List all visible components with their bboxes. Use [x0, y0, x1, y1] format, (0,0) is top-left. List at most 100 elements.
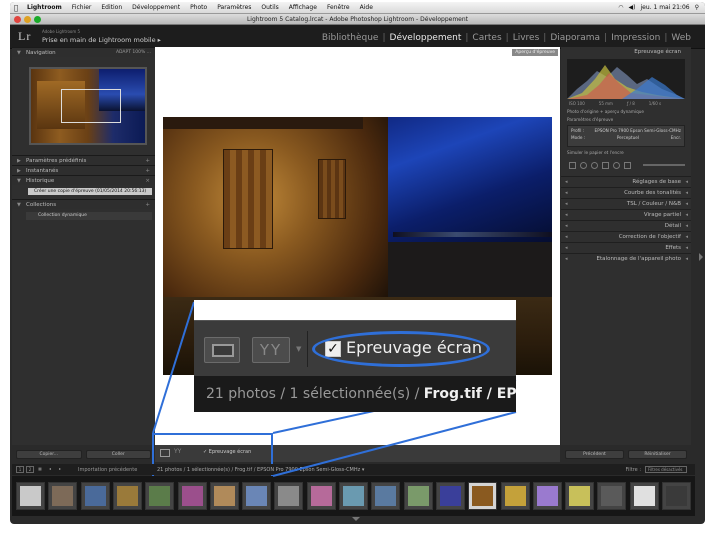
navigator-frame[interactable] [61, 89, 121, 123]
apple-menu-icon[interactable]:  [10, 4, 22, 12]
filmstrip-thumbnail[interactable] [177, 482, 207, 510]
profile-select[interactable]: EPSON Pro 7900 Epson Semi-Gloss-CMHz [595, 128, 681, 133]
app-menu[interactable]: Lightroom [22, 4, 67, 11]
section-detail[interactable]: ◂ Détail ◂ [561, 220, 691, 231]
spotlight-icon[interactable]: ⚲ [695, 4, 699, 11]
collection-item[interactable]: Collection dynamique [26, 212, 152, 220]
close-window-icon[interactable] [14, 16, 21, 23]
previous-button[interactable]: Précédent [565, 450, 624, 459]
filmstrip-thumbnail[interactable] [306, 482, 336, 510]
filmstrip-thumbnail[interactable] [371, 482, 401, 510]
filmstrip-thumbnail[interactable] [16, 482, 45, 510]
menu-fenetre[interactable]: Fenêtre [322, 4, 355, 11]
display-2-button[interactable]: 2 [26, 466, 34, 473]
minimize-window-icon[interactable] [24, 16, 31, 23]
filmstrip-thumbnail[interactable] [532, 482, 562, 510]
module-diaporama[interactable]: Diaporama [546, 33, 604, 43]
filmstrip-thumbnail[interactable] [565, 482, 595, 510]
module-livres[interactable]: Livres [509, 33, 544, 43]
filmstrip-thumbnail[interactable] [662, 482, 691, 510]
history-item[interactable]: Créer une copie d'épreuve (01/05/2014 20… [28, 188, 152, 195]
filmstrip-thumbnail[interactable] [80, 482, 110, 510]
filmstrip-thumbnail[interactable] [629, 482, 659, 510]
forward-arrow-icon[interactable]: ▸ [56, 466, 64, 473]
module-developpement[interactable]: Développement [386, 33, 466, 43]
intent-select[interactable]: Perceptuel [617, 135, 639, 140]
menu-outils[interactable]: Outils [256, 4, 283, 11]
menu-developpement[interactable]: Développement [127, 4, 185, 11]
filmstrip-thumbnail[interactable] [468, 482, 498, 510]
thumbnail-image [116, 486, 138, 506]
wifi-icon[interactable]: ◠ [618, 4, 623, 11]
menu-affichage[interactable]: Affichage [284, 4, 322, 11]
presets-header[interactable]: ▶ Paramètres prédéfinis + [12, 155, 155, 165]
ink-toggle[interactable]: Encr. [671, 135, 681, 140]
radial-filter-icon[interactable] [613, 161, 620, 169]
menu-parametres[interactable]: Paramètres [212, 4, 256, 11]
grid-view-icon[interactable]: ▦ [36, 466, 44, 473]
filmstrip-thumbnail[interactable] [242, 482, 272, 510]
clear-history-icon[interactable]: × [145, 176, 150, 186]
thumbnail-image [439, 486, 461, 506]
snapshots-header[interactable]: ▶ Instantanés + [12, 165, 155, 175]
filmstrip-thumbnail[interactable] [339, 482, 368, 510]
navigator-zoom-options[interactable]: ADAPT 100% ... [116, 48, 151, 58]
filter-select[interactable]: Filtres désactivés [645, 466, 687, 473]
histogram[interactable] [567, 59, 685, 99]
red-eye-icon[interactable] [591, 161, 598, 169]
volume-icon[interactable]: ◀) [629, 4, 636, 11]
adjustment-brush-icon[interactable] [624, 161, 631, 169]
navigator-header[interactable]: ▼ Navigation ADAPT 100% ... [12, 47, 155, 57]
paste-settings-button[interactable]: Coller [85, 450, 151, 459]
module-web[interactable]: Web [667, 33, 695, 43]
filmstrip-header: 1 2 ▦ ◂ ▸ Importation précédente 21 phot… [12, 464, 695, 475]
crop-tool-icon[interactable] [569, 161, 576, 169]
section-hsl[interactable]: ◂ TSL / Couleur / N&B ◂ [561, 198, 691, 209]
filmstrip-thumbnail[interactable] [112, 482, 142, 510]
histogram-header[interactable]: Epreuvage écran [561, 47, 691, 57]
copy-settings-button[interactable]: Copier... [16, 450, 82, 459]
filmstrip-thumbnail[interactable] [435, 482, 465, 510]
filmstrip-thumbnail[interactable] [597, 482, 627, 510]
menu-edition[interactable]: Edition [96, 4, 127, 11]
section-effects[interactable]: ◂ Effets ◂ [561, 242, 691, 253]
module-cartes[interactable]: Cartes [468, 33, 505, 43]
filmstrip-thumbnail[interactable] [403, 482, 433, 510]
reset-button[interactable]: Réinitialiser [628, 450, 687, 459]
filmstrip-toggle-icon[interactable] [352, 517, 360, 521]
module-impression[interactable]: Impression [607, 33, 664, 43]
spot-removal-icon[interactable] [580, 161, 587, 169]
section-basic[interactable]: ◂ Réglages de base ◂ [561, 176, 691, 187]
zoomed-loupe-view-button[interactable] [204, 337, 240, 363]
right-panel-toggle-icon[interactable] [699, 253, 703, 261]
filmstrip-thumbnail[interactable] [500, 482, 530, 510]
section-split-toning[interactable]: ◂ Virage partiel ◂ [561, 209, 691, 220]
display-1-button[interactable]: 1 [16, 466, 24, 473]
dropdown-arrow-icon[interactable]: ▼ [296, 345, 301, 353]
filmstrip-thumbnail[interactable] [145, 482, 175, 510]
filmstrip-thumbnail[interactable] [209, 482, 239, 510]
menu-aide[interactable]: Aide [355, 4, 378, 11]
back-arrow-icon[interactable]: ◂ [46, 466, 54, 473]
zoomed-before-after-button[interactable]: YY [252, 337, 290, 363]
add-collection-icon[interactable]: + [145, 200, 150, 210]
clock[interactable]: jeu. 1 mai 21:06 [641, 4, 690, 11]
collections-header[interactable]: ▼ Collections + [12, 199, 155, 209]
filmstrip-thumbnail[interactable] [274, 482, 304, 510]
module-bibliotheque[interactable]: Bibliothèque [318, 33, 383, 43]
section-camera-calibration[interactable]: ◂ Etalonnage de l'appareil photo ◂ [561, 253, 691, 264]
zoom-window-icon[interactable] [34, 16, 41, 23]
section-tone-curve[interactable]: ◂ Courbe des tonalités ◂ [561, 187, 691, 198]
filmstrip-source[interactable]: Importation précédente [78, 467, 137, 473]
identity-title[interactable]: Prise en main de Lightroom mobile ▸ [42, 36, 161, 44]
filmstrip-status[interactable]: 21 photos / 1 sélectionnée(s) / Frog.tif… [157, 467, 364, 473]
filmstrip-thumbnail[interactable] [48, 482, 78, 510]
tool-slider[interactable] [643, 164, 685, 166]
section-lens-corrections[interactable]: ◂ Correction de l'objectif ◂ [561, 231, 691, 242]
history-header[interactable]: ▼ Historique × [12, 175, 155, 185]
graduated-filter-icon[interactable] [602, 161, 609, 169]
menu-photo[interactable]: Photo [185, 4, 212, 11]
simulate-paper-checkbox[interactable]: Simuler le papier et l'encre [567, 150, 691, 155]
navigator-preview[interactable] [29, 67, 147, 145]
menu-fichier[interactable]: Fichier [67, 4, 97, 11]
